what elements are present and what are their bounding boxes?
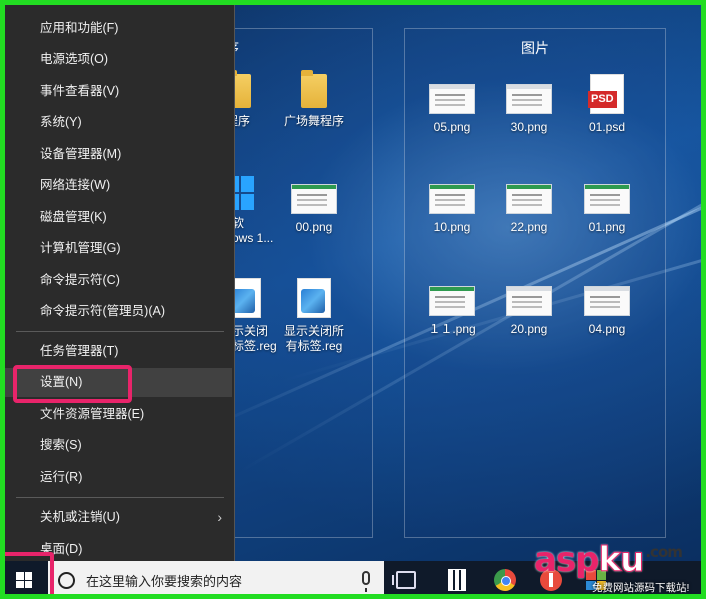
image-thumbnail-icon	[584, 286, 630, 316]
menu-item-device-manager[interactable]: 设备管理器(M)	[0, 140, 232, 169]
photoshop-file-icon: PSD	[588, 74, 624, 114]
watermark-tagline: 免费网站源码下载站!	[592, 582, 690, 594]
cortana-icon	[58, 571, 75, 589]
highlight-box-start	[1, 552, 54, 598]
image-thumbnail-icon	[429, 286, 475, 316]
desktop-file[interactable]: 04.png	[569, 282, 645, 337]
folder-icon	[301, 70, 327, 108]
menu-item-task-manager[interactable]: 任务管理器(T)	[0, 337, 232, 366]
menu-item-run[interactable]: 运行(R)	[0, 463, 232, 492]
search-box[interactable]: 在这里输入你要搜索的内容	[48, 561, 384, 599]
menu-item-power-options[interactable]: 电源选项(O)	[0, 45, 232, 74]
desktop-file[interactable]: 10.png	[414, 180, 490, 235]
menu-item-computer-management[interactable]: 计算机管理(G)	[0, 234, 232, 263]
menu-item-system[interactable]: 系统(Y)	[0, 108, 232, 137]
desktop-file[interactable]: 广场舞程序	[276, 70, 352, 129]
menu-item-event-viewer[interactable]: 事件查看器(V)	[0, 77, 232, 106]
browser-icon[interactable]	[494, 569, 516, 591]
desktop-file[interactable]: 05.png	[414, 80, 490, 135]
menu-item-file-explorer[interactable]: 文件资源管理器(E)	[0, 400, 232, 429]
image-thumbnail-icon	[506, 184, 552, 214]
image-thumbnail-icon	[584, 184, 630, 214]
microphone-icon[interactable]	[362, 571, 370, 592]
menu-item-command-prompt[interactable]: 命令提示符(C)	[0, 266, 232, 295]
image-thumbnail-icon	[291, 184, 337, 214]
desktop-file[interactable]: 30.png	[491, 80, 567, 135]
image-thumbnail-icon	[429, 84, 475, 114]
menu-item-apps-features[interactable]: 应用和功能(F)	[0, 14, 232, 43]
image-thumbnail-icon	[506, 286, 552, 316]
highlight-box-settings	[13, 365, 132, 403]
chevron-right-icon: ›	[217, 509, 222, 525]
desktop-file[interactable]: １１.png	[414, 282, 490, 337]
menu-item-disk-management[interactable]: 磁盘管理(K)	[0, 203, 232, 232]
watermark-logo: aspku .com	[534, 540, 683, 581]
menu-item-search[interactable]: 搜索(S)	[0, 431, 232, 460]
desktop-file[interactable]: 00.png	[276, 180, 352, 235]
desktop-file[interactable]: 01.png	[569, 180, 645, 235]
menu-separator	[16, 497, 224, 498]
group-title: 图片	[521, 40, 549, 56]
registry-file-icon	[297, 278, 331, 318]
menu-item-command-prompt-admin[interactable]: 命令提示符(管理员)(A)	[0, 297, 232, 326]
image-thumbnail-icon	[506, 84, 552, 114]
menu-item-shutdown[interactable]: 关机或注销(U) ›	[0, 503, 232, 532]
menu-item-network-connections[interactable]: 网络连接(W)	[0, 171, 232, 200]
calculator-icon[interactable]	[448, 569, 466, 591]
desktop-file[interactable]: 20.png	[491, 282, 567, 337]
desktop-file[interactable]: 22.png	[491, 180, 567, 235]
image-thumbnail-icon	[429, 184, 475, 214]
winx-context-menu: 应用和功能(F) 电源选项(O) 事件查看器(V) 系统(Y) 设备管理器(M)…	[0, 0, 235, 567]
menu-separator	[16, 331, 224, 332]
desktop-file[interactable]: PSD 01.psd	[569, 72, 645, 135]
task-view-icon[interactable]	[392, 571, 416, 589]
search-placeholder: 在这里输入你要搜索的内容	[86, 573, 243, 589]
desktop-file[interactable]: 显示关闭所 有标签.reg	[276, 276, 352, 354]
